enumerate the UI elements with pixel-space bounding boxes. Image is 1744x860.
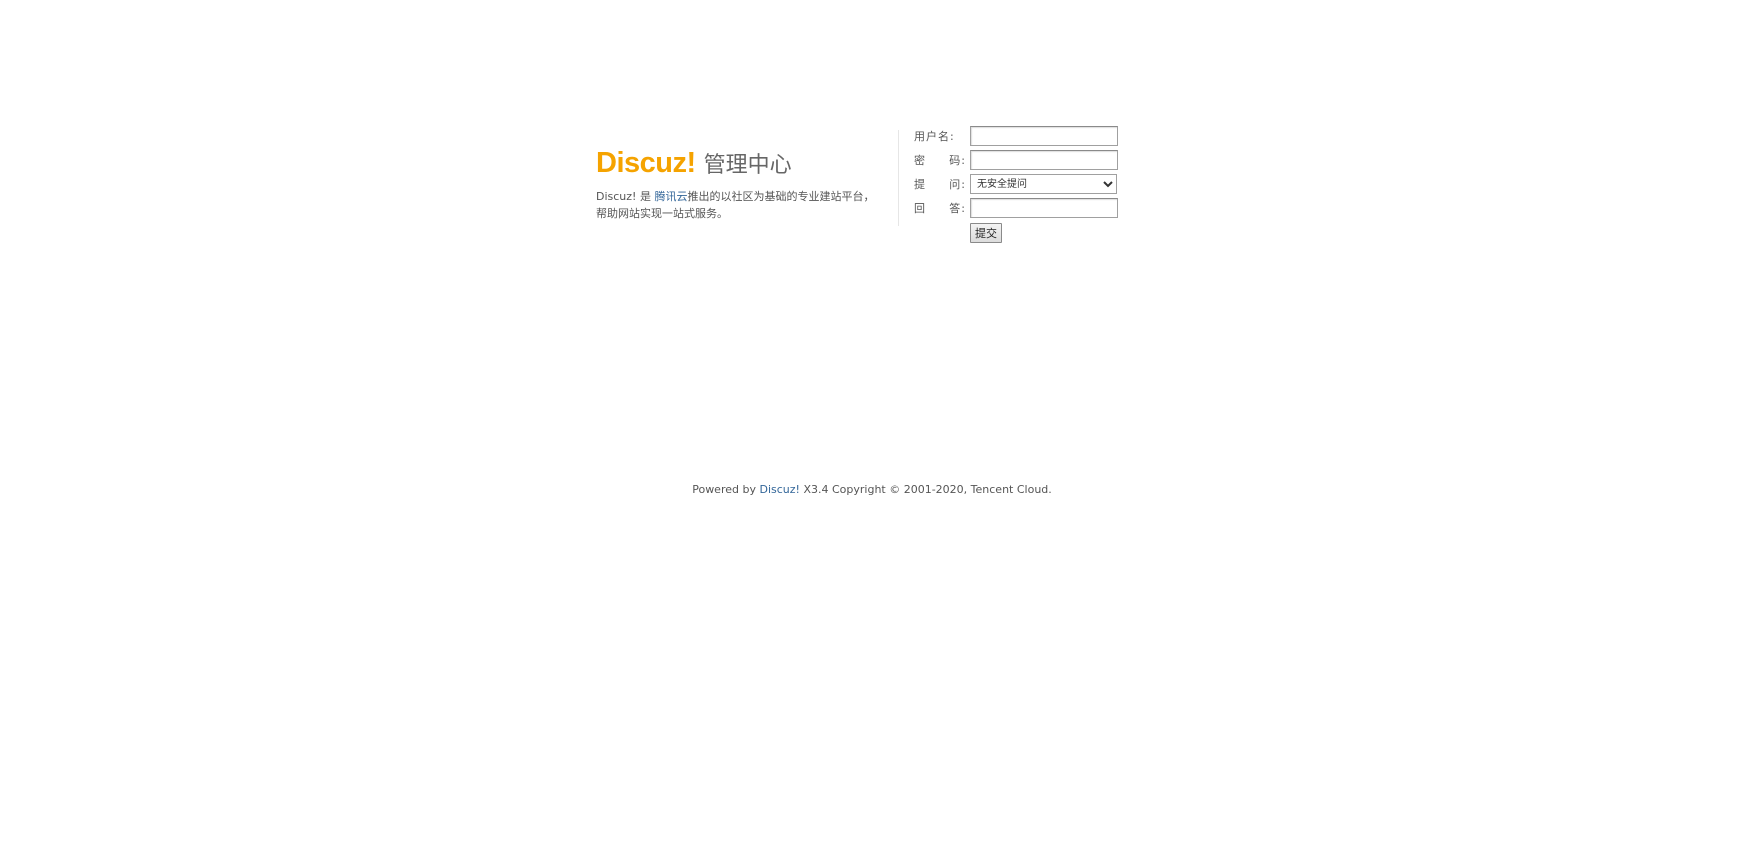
brand-panel: Discuz! 管理中心 Discuz! 是 腾讯云推出的以社区为基础的专业建站… xyxy=(596,146,886,222)
footer-prefix: Powered by xyxy=(692,483,760,496)
password-row: 密码: xyxy=(914,148,1118,172)
intro-line2: 帮助网站实现一站式服务。 xyxy=(596,207,728,220)
answer-row: 回答: xyxy=(914,196,1118,220)
tencent-cloud-link[interactable]: 腾讯云 xyxy=(654,190,687,203)
page-title: 管理中心 xyxy=(703,153,792,178)
logo: Discuz! 管理中心 xyxy=(596,146,886,178)
discuz-link[interactable]: Discuz! xyxy=(759,483,799,496)
answer-label: 回答: xyxy=(914,202,966,215)
username-row: 用户名: xyxy=(914,124,1118,148)
security-question-row: 提问: 无安全提问 xyxy=(914,172,1118,196)
vertical-divider xyxy=(898,130,899,226)
logo-text: Discuz! xyxy=(596,147,696,179)
login-form: 用户名: 密码: 提问: 无安全提问 回答: 提交 xyxy=(914,124,1118,243)
submit-button[interactable]: 提交 xyxy=(970,223,1002,243)
password-label: 密码: xyxy=(914,154,966,167)
intro-text: Discuz! 是 腾讯云推出的以社区为基础的专业建站平台， 帮助网站实现一站式… xyxy=(596,188,886,222)
intro-suffix: 推出的以社区为基础的专业建站平台， xyxy=(687,190,875,203)
security-question-label: 提问: xyxy=(914,178,966,191)
security-question-select[interactable]: 无安全提问 xyxy=(970,174,1117,194)
password-input[interactable] xyxy=(970,150,1118,170)
footer: Powered by Discuz! X3.4 Copyright © 2001… xyxy=(0,483,1744,496)
login-page: Discuz! 管理中心 Discuz! 是 腾讯云推出的以社区为基础的专业建站… xyxy=(0,0,1744,860)
answer-input[interactable] xyxy=(970,198,1118,218)
username-input[interactable] xyxy=(970,126,1118,146)
footer-copyright: X3.4 Copyright © 2001-2020, Tencent Clou… xyxy=(799,483,1052,496)
submit-row: 提交 xyxy=(970,222,1118,243)
username-label: 用户名: xyxy=(914,130,955,143)
intro-prefix: Discuz! 是 xyxy=(596,190,655,203)
